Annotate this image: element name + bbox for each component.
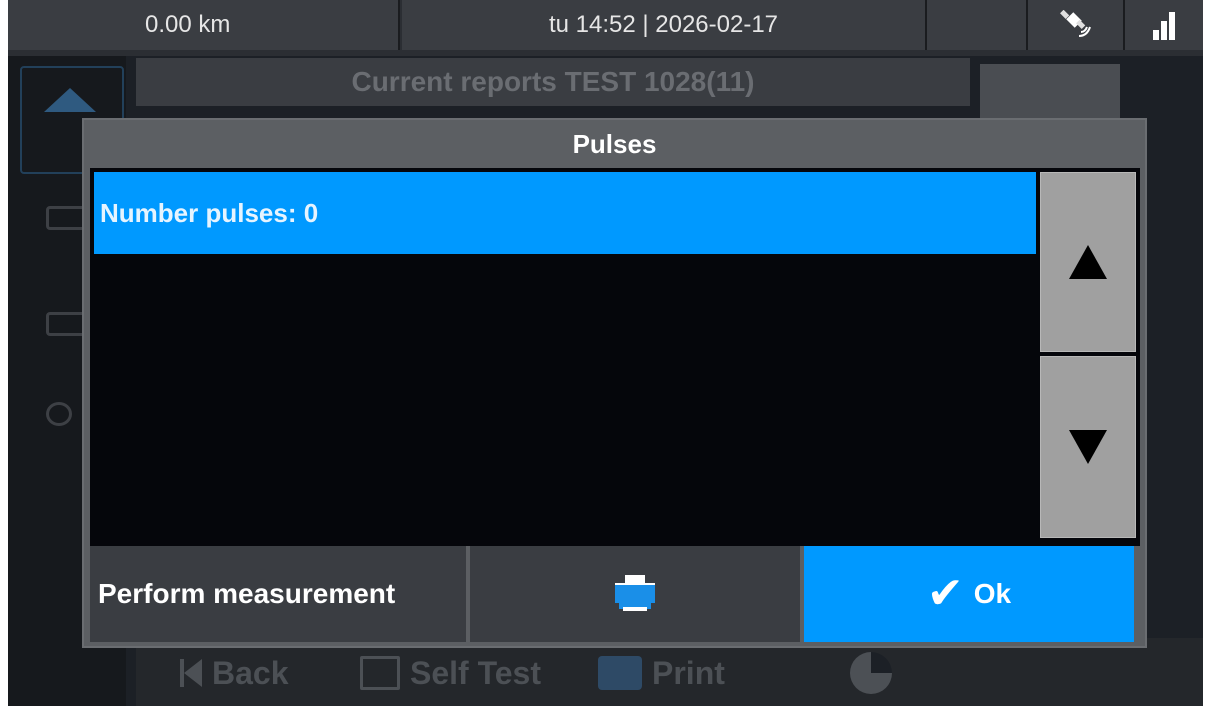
pie-chart-icon	[850, 652, 892, 694]
checkmark-icon: ✔	[926, 568, 964, 619]
pulses-dialog: Pulses Number pulses: 0 Perform measurem…	[82, 118, 1147, 648]
printer-icon	[598, 656, 642, 690]
status-bar: 0.00 km tu 14:52 | 2026-02-17	[8, 0, 1203, 56]
back-icon	[180, 659, 202, 687]
ok-label: Ok	[973, 578, 1012, 609]
perform-measurement-button[interactable]: Perform measurement	[90, 546, 466, 642]
dialog-title: Pulses	[572, 128, 657, 159]
arrow-down-icon	[1069, 430, 1107, 464]
home-icon	[44, 88, 96, 112]
odometer-readout: 0.00 km	[8, 0, 400, 50]
list-item[interactable]: Number pulses: 0	[94, 172, 1036, 254]
report-title: Current reports TEST 1028(11)	[136, 58, 970, 106]
scroll-up-button[interactable]	[1040, 172, 1136, 352]
signal-bars-icon	[1125, 0, 1203, 50]
satellite-icon	[1028, 0, 1125, 50]
print-label: Print	[652, 654, 725, 691]
back-label: Back	[212, 654, 289, 691]
back-button: Back	[180, 648, 289, 698]
device-screen: 0.00 km tu 14:52 | 2026-02-17 Current re…	[8, 0, 1203, 706]
key-icon	[46, 402, 72, 426]
pulses-list: Number pulses: 0	[90, 168, 1140, 546]
self-test-button: Self Test	[360, 648, 541, 698]
datetime-readout: tu 14:52 | 2026-02-17	[402, 0, 927, 50]
chart-icon	[360, 656, 400, 690]
print-button[interactable]	[470, 546, 800, 642]
print-button-background: Print	[598, 648, 725, 698]
ok-button[interactable]: ✔ Ok	[804, 546, 1134, 642]
scroll-down-button[interactable]	[1040, 356, 1136, 538]
printer-icon	[615, 575, 655, 613]
stats-button	[850, 648, 892, 698]
status-spacer	[927, 0, 1028, 50]
perform-measurement-label: Perform measurement	[98, 578, 396, 609]
self-test-label: Self Test	[410, 654, 541, 691]
background-action-button	[980, 64, 1120, 120]
arrow-up-icon	[1069, 245, 1107, 279]
